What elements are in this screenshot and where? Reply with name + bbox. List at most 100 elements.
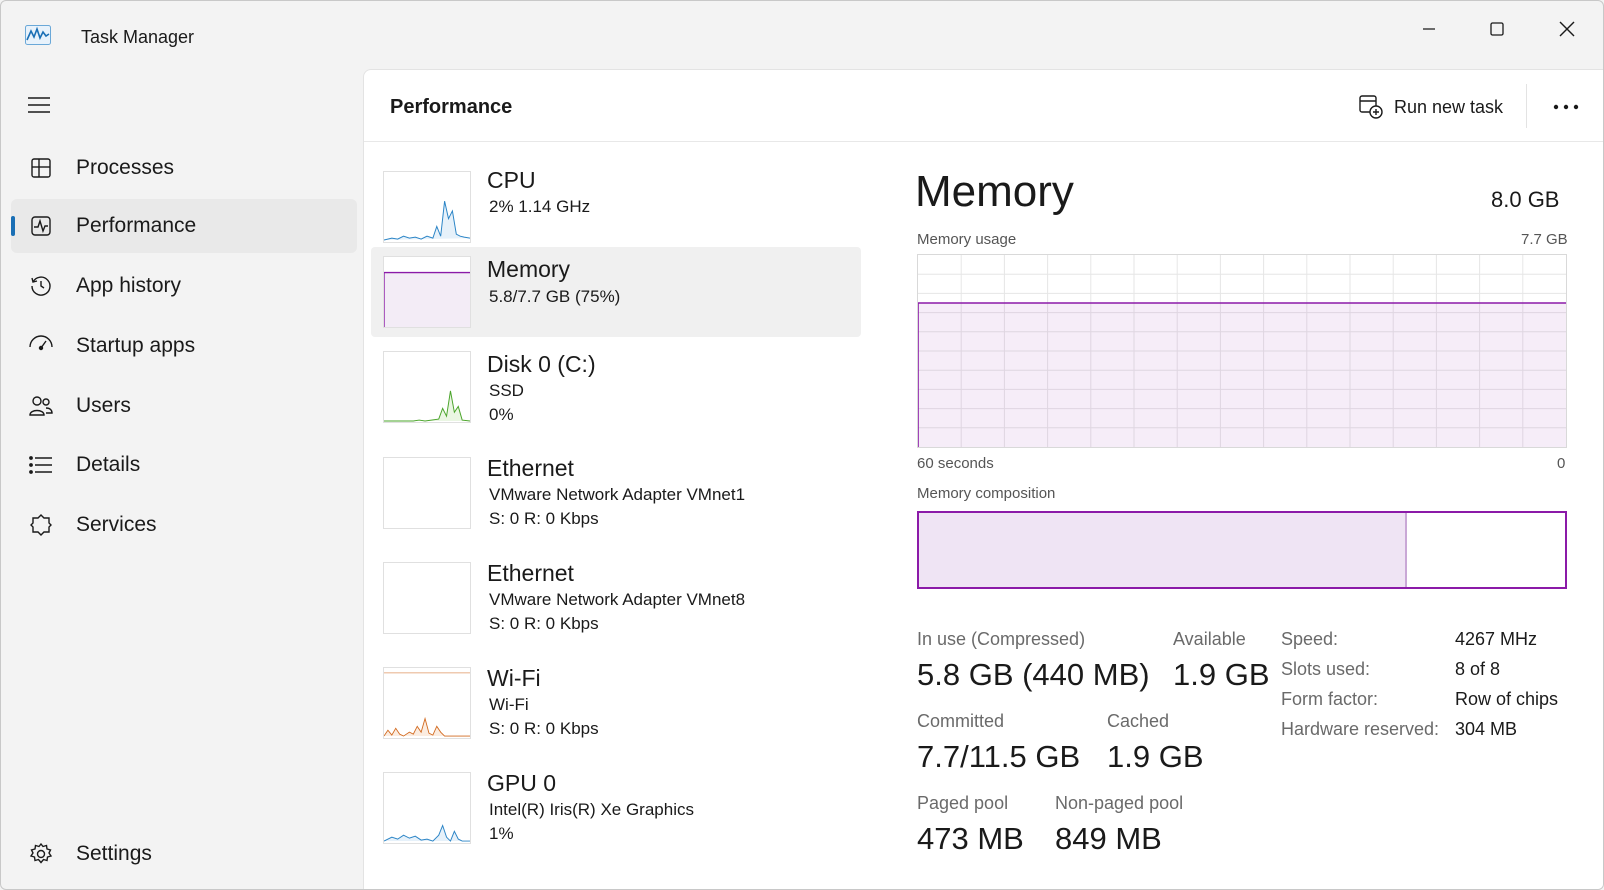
cached-value: 1.9 GB [1107,739,1204,774]
task-manager-window: Task Manager Processes Performance App h… [0,0,1604,890]
resource-name: Disk 0 (C:) [487,351,596,377]
available-label: Available [1173,629,1246,649]
maximize-button[interactable] [1467,9,1527,49]
settings-label: Settings [76,842,152,865]
resource-item-ethernet-vmnet8[interactable]: Ethernet VMware Network Adapter VMnet8 S… [371,554,861,644]
memory-usage-label: Memory usage [917,231,1017,248]
run-task-icon [1359,95,1383,119]
resource-sub: S: 0 R: 0 Kbps [489,509,599,528]
resource-item-memory[interactable]: Memory 5.8/7.7 GB (75%) [371,247,861,337]
resource-sub: 1% [489,824,514,843]
minimize-icon [1423,28,1435,30]
resource-item-cpu[interactable]: CPU 2% 1.14 GHz [371,163,861,251]
history-icon [27,272,55,300]
disk-thumbnail-graph [383,351,471,423]
task-manager-app-icon [25,25,51,45]
resource-sub: 5.8/7.7 GB (75%) [489,287,621,306]
run-new-task-label: Run new task [1394,96,1504,117]
in-use-value: 5.8 GB (440 MB) [917,657,1150,692]
form-factor-value: Row of chips [1455,689,1559,709]
in-use-label: In use (Compressed) [917,629,1086,649]
resource-sub: Wi-Fi [489,695,529,714]
memory-composition-label: Memory composition [917,485,1056,502]
content-header: Performance Run new task [364,70,1603,142]
performance-icon [27,212,55,240]
services-icon [27,511,55,539]
graph-time-left: 60 seconds [917,455,994,472]
memory-total: 8.0 GB [1491,187,1560,212]
cpu-thumbnail-graph [383,171,471,243]
resource-item-gpu[interactable]: GPU 0 Intel(R) Iris(R) Xe Graphics 1% [371,764,861,854]
title-bar: Task Manager [1,1,1603,69]
sidebar-item-performance[interactable]: Performance [11,199,357,253]
sidebar-item-users[interactable]: Users [11,379,357,433]
non-paged-pool-value: 849 MB [1055,821,1162,856]
sidebar-item-processes[interactable]: Processes [11,141,357,195]
hamburger-menu-button[interactable] [23,91,55,119]
run-new-task-button[interactable]: Run new task [1358,90,1503,124]
resource-name: Ethernet [487,455,574,481]
ethernet-thumbnail-graph [383,457,471,529]
gpu-thumbnail-graph [383,772,471,844]
composition-in-use [919,513,1407,587]
more-icon [1553,104,1579,110]
memory-usage-max: 7.7 GB [1521,231,1568,248]
detail-title: Memory [915,167,1074,216]
users-icon [27,392,55,420]
hamburger-icon [28,97,50,113]
sidebar-item-label: Performance [76,214,197,237]
resource-item-disk[interactable]: Disk 0 (C:) SSD 0% [371,345,861,435]
details-icon [27,451,55,479]
resource-sub: 2% 1.14 GHz [489,197,591,216]
resource-sub: 0% [489,405,514,424]
header-divider [1526,84,1527,128]
sidebar-item-label: Services [76,513,157,536]
committed-label: Committed [917,711,1005,731]
resource-name: Ethernet [487,560,574,586]
available-value: 1.9 GB [1173,657,1270,692]
sidebar-item-label: Users [76,394,131,417]
paged-pool-value: 473 MB [917,821,1024,856]
resource-sub: S: 0 R: 0 Kbps [489,614,599,633]
resource-item-ethernet-vmnet1[interactable]: Ethernet VMware Network Adapter VMnet1 S… [371,449,861,539]
committed-value: 7.7/11.5 GB [917,739,1081,774]
close-button[interactable] [1537,9,1597,49]
ethernet-thumbnail-graph [383,562,471,634]
sidebar-item-app-history[interactable]: App history [11,259,357,313]
cached-label: Cached [1107,711,1170,731]
sidebar-item-label: Details [76,453,141,476]
sidebar-item-label: App history [76,274,182,297]
speed-label: Speed: [1281,629,1339,649]
memory-composition-bar [917,511,1567,589]
resource-name: GPU 0 [487,770,557,796]
more-options-button[interactable] [1546,90,1586,124]
minimize-button[interactable] [1399,9,1459,49]
startup-icon [27,332,55,360]
hardware-reserved-value: 304 MB [1455,719,1518,739]
hardware-reserved-label: Hardware reserved: [1281,719,1440,739]
resource-sub: VMware Network Adapter VMnet8 [489,590,746,609]
memory-usage-fill [918,303,1566,447]
speed-value: 4267 MHz [1455,629,1538,649]
maximize-icon [1490,22,1504,36]
graph-time-right: 0 [1557,455,1566,472]
sidebar-item-startup-apps[interactable]: Startup apps [11,319,357,373]
resource-name: Wi-Fi [487,665,541,691]
resource-name: CPU [487,167,536,193]
gear-icon [27,840,55,868]
close-icon [1559,21,1575,37]
sidebar-item-settings[interactable]: Settings [11,827,357,881]
wifi-thumbnail-graph [383,667,471,739]
slots-used-value: 8 of 8 [1455,659,1501,679]
resource-sub: Intel(R) Iris(R) Xe Graphics [489,800,694,819]
active-indicator [11,216,15,236]
memory-usage-graph [917,254,1567,448]
sidebar-item-label: Startup apps [76,334,196,357]
resource-sub: VMware Network Adapter VMnet1 [489,485,746,504]
sidebar-item-services[interactable]: Services [11,498,357,552]
sidebar-item-details[interactable]: Details [11,438,357,492]
resource-item-wifi[interactable]: Wi-Fi Wi-Fi S: 0 R: 0 Kbps [371,659,861,749]
sidebar-item-label: Processes [76,156,175,179]
resource-name: Memory [487,256,571,282]
resource-sub: S: 0 R: 0 Kbps [489,719,599,738]
